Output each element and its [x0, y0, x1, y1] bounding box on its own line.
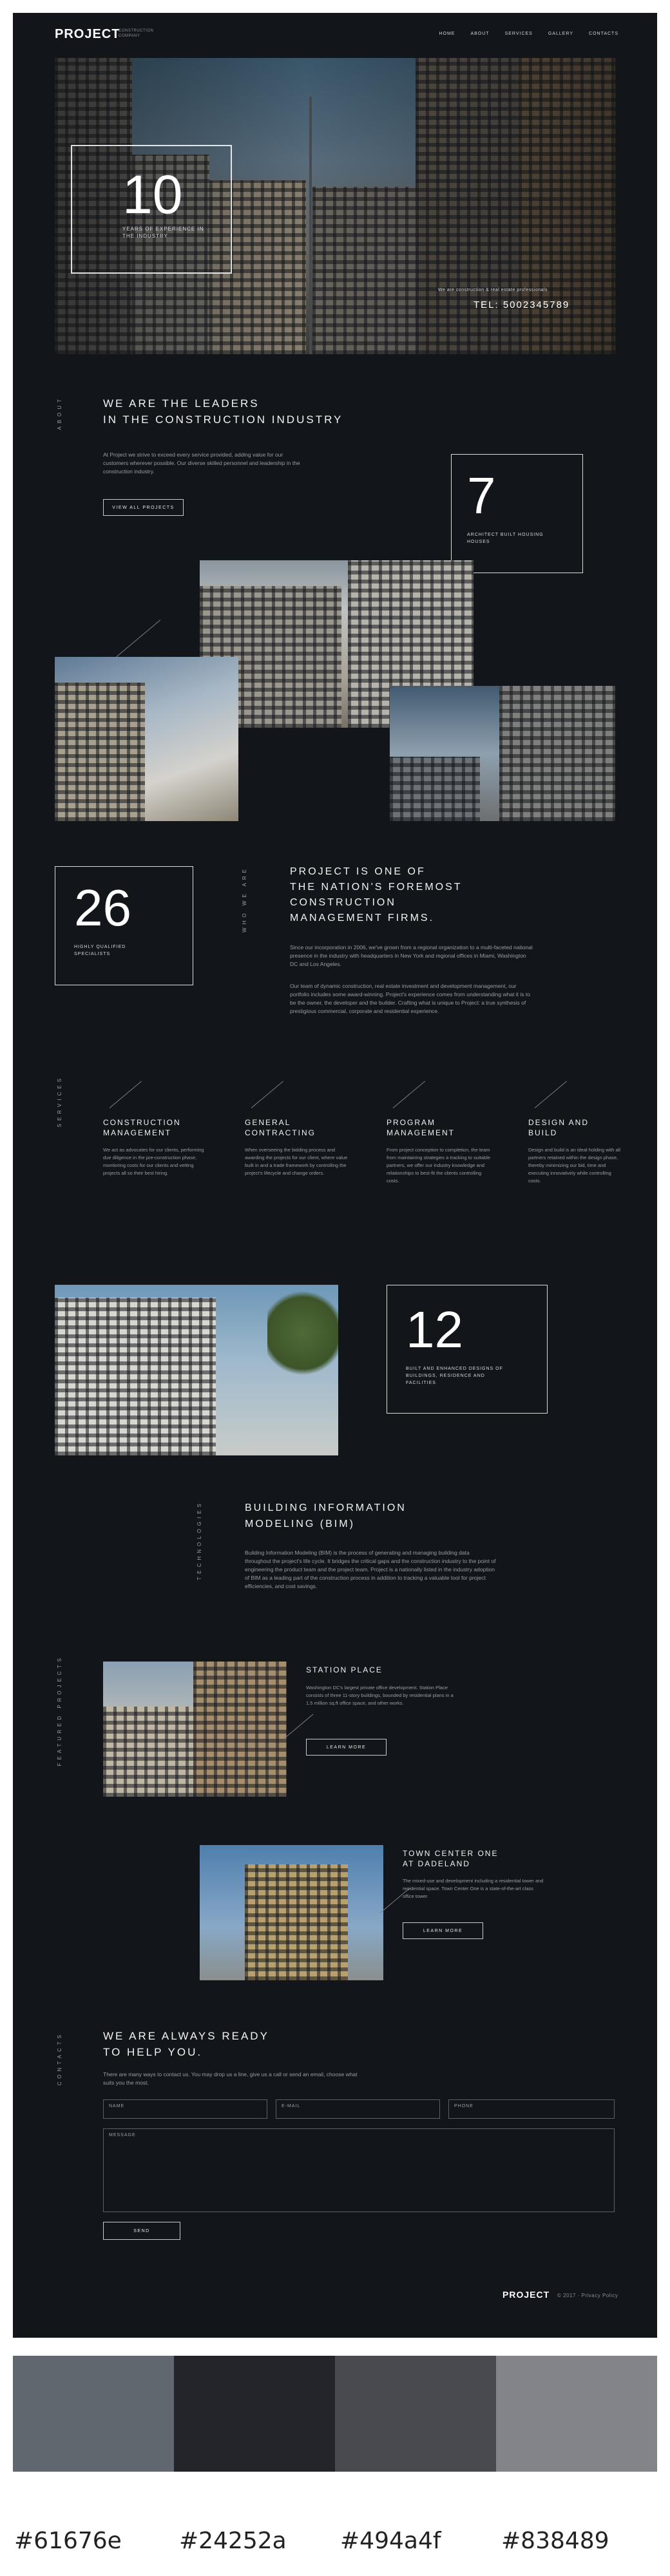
bim-stat-label: BUILT AND ENHANCED DESIGNS OF BUILDINGS,…: [406, 1367, 503, 1385]
contact-title-line1: WE ARE ALWAYS READY: [103, 2030, 269, 2042]
main-nav: HOME ABOUT SERVICES GALLERY CONTACTS: [439, 32, 618, 36]
palette-hex-1: #61676e: [14, 2528, 122, 2554]
palette-hex-3: #494a4f: [340, 2528, 441, 2554]
service-body-design: Design and build is an ideal holding wit…: [528, 1147, 621, 1184]
service-decor-line: [109, 1081, 142, 1108]
email-field[interactable]: E-MAIL: [276, 2099, 440, 2119]
station-place-title: STATION PLACE: [306, 1665, 383, 1674]
section-label-services: SERVICES: [57, 1075, 62, 1128]
section-label-contacts: CONTACTS: [57, 2032, 62, 2086]
hero-phone[interactable]: TEL: 5002345789: [474, 299, 570, 310]
foremost-title-line3: CONSTRUCTION: [290, 897, 396, 908]
footer-logo[interactable]: PROJECT: [503, 2289, 550, 2300]
service-title-design-line1: DESIGN AND: [528, 1118, 589, 1127]
hero-stat-label: YEARS OF EXPERIENCE IN THE INDUSTRY: [122, 226, 204, 239]
service-title-program-line1: PROGRAM: [387, 1118, 436, 1127]
service-title-design-line2: BUILD: [528, 1128, 558, 1137]
foremost-title-line2: THE NATION'S FOREMOST: [290, 882, 463, 893]
palette-swatch-4: [496, 2356, 657, 2472]
service-title-program-line2: MANAGEMENT: [387, 1128, 455, 1137]
foremost-stat-number: 26: [74, 879, 131, 936]
service-title-general-line1: GENERAL: [245, 1118, 291, 1127]
town-center-title-line1: TOWN CENTER ONE: [403, 1849, 499, 1858]
leaders-title-line2: IN THE CONSTRUCTION INDUSTRY: [103, 413, 343, 426]
website-mockup: PROJECT CONSTRUCTION COMPANY HOME ABOUT …: [13, 13, 657, 2338]
service-decor-line: [251, 1081, 284, 1108]
service-title-construction-line1: CONSTRUCTION: [103, 1118, 181, 1127]
service-body-program: From project conception to completion, t…: [387, 1147, 490, 1184]
service-body-construction: We act as advocates for our clients, per…: [103, 1147, 204, 1176]
footer-copyright: © 2017 · Privacy Policy: [557, 2293, 618, 2298]
bim-photo: [55, 1285, 338, 1455]
message-field[interactable]: MESSAGE: [103, 2128, 615, 2212]
station-learn-more-button[interactable]: LEARN MORE: [306, 1739, 387, 1756]
hero-caption: We are construction & real estate profes…: [438, 288, 548, 292]
collage-photo-sky: [55, 657, 238, 821]
town-center-title-line2: AT DADELAND: [403, 1859, 470, 1868]
bim-stat-number: 12: [406, 1301, 463, 1358]
name-field[interactable]: NAME: [103, 2099, 267, 2119]
foremost-body-2: Our team of dynamic construction, real e…: [290, 983, 530, 1014]
palette-swatch-2: [174, 2356, 335, 2472]
service-title-general-line2: CONTRACTING: [245, 1128, 316, 1137]
town-learn-more-button[interactable]: LEARN MORE: [403, 1922, 483, 1939]
section-label-tech: TECHNOLOGIES: [196, 1501, 202, 1580]
collage-photo-balconies: [390, 686, 615, 821]
site-logo[interactable]: PROJECT: [55, 27, 120, 42]
logo-tagline: CONSTRUCTION COMPANY: [119, 29, 154, 38]
bim-title-line1: BUILDING INFORMATION: [245, 1502, 407, 1513]
service-decor-line: [534, 1081, 568, 1108]
palette-swatch-1: [13, 2356, 174, 2472]
leaders-stat-number: 7: [467, 467, 496, 524]
palette-hex-4: #838489: [501, 2528, 609, 2554]
nav-item-contacts[interactable]: CONTACTS: [589, 32, 618, 36]
palette-hex-2: #24252a: [179, 2528, 287, 2554]
contact-body: There are many ways to contact us. You m…: [103, 2071, 358, 2086]
hero-stat-number: 10: [122, 164, 183, 225]
foremost-title-line1: PROJECT IS ONE OF: [290, 866, 426, 877]
leaders-title-line1: WE ARE THE LEADERS: [103, 397, 260, 410]
decor-line: [283, 1714, 314, 1739]
foremost-body-1: Since our incorporation in 2006, we've g…: [290, 944, 533, 967]
contact-title-line2: TO HELP YOU.: [103, 2046, 203, 2058]
town-center-body: The mixed-use and development including …: [403, 1878, 544, 1899]
station-place-photo: [103, 1662, 287, 1797]
station-place-body: Washington DC's largest private office d…: [306, 1685, 454, 1706]
nav-item-about[interactable]: ABOUT: [470, 32, 489, 36]
section-label-about: ABOUT: [57, 396, 62, 430]
leaders-body: At Project we strive to exceed every ser…: [103, 451, 300, 475]
bim-title-line2: MODELING (BIM): [245, 1519, 355, 1530]
section-label-projects: FEATURED PROJECTS: [57, 1655, 62, 1766]
nav-item-gallery[interactable]: GALLERY: [548, 32, 573, 36]
phone-field[interactable]: PHONE: [448, 2099, 615, 2119]
foremost-title-line4: MANAGEMENT FIRMS.: [290, 913, 435, 923]
service-body-general: When overseeing the bidding process and …: [245, 1147, 348, 1176]
decor-line: [115, 620, 161, 658]
section-label-who: WHO WE ARE: [242, 866, 247, 933]
view-projects-button[interactable]: VIEW ALL PROJECTS: [103, 499, 184, 516]
service-decor-line: [392, 1081, 426, 1108]
leaders-stat-label: ARCHITECT BUILT HOUSING HOUSES: [467, 533, 544, 544]
foremost-stat-label: HIGHLY QUALIFIED SPECIALISTS: [74, 945, 126, 956]
nav-item-services[interactable]: SERVICES: [505, 32, 533, 36]
service-title-construction-line2: MANAGEMENT: [103, 1128, 172, 1137]
bim-body: Building Information Modeling (BIM) is t…: [245, 1549, 496, 1589]
town-center-photo: [200, 1845, 383, 1980]
nav-item-home[interactable]: HOME: [439, 32, 455, 36]
palette-swatch-3: [335, 2356, 496, 2472]
send-button[interactable]: SEND: [103, 2222, 180, 2240]
